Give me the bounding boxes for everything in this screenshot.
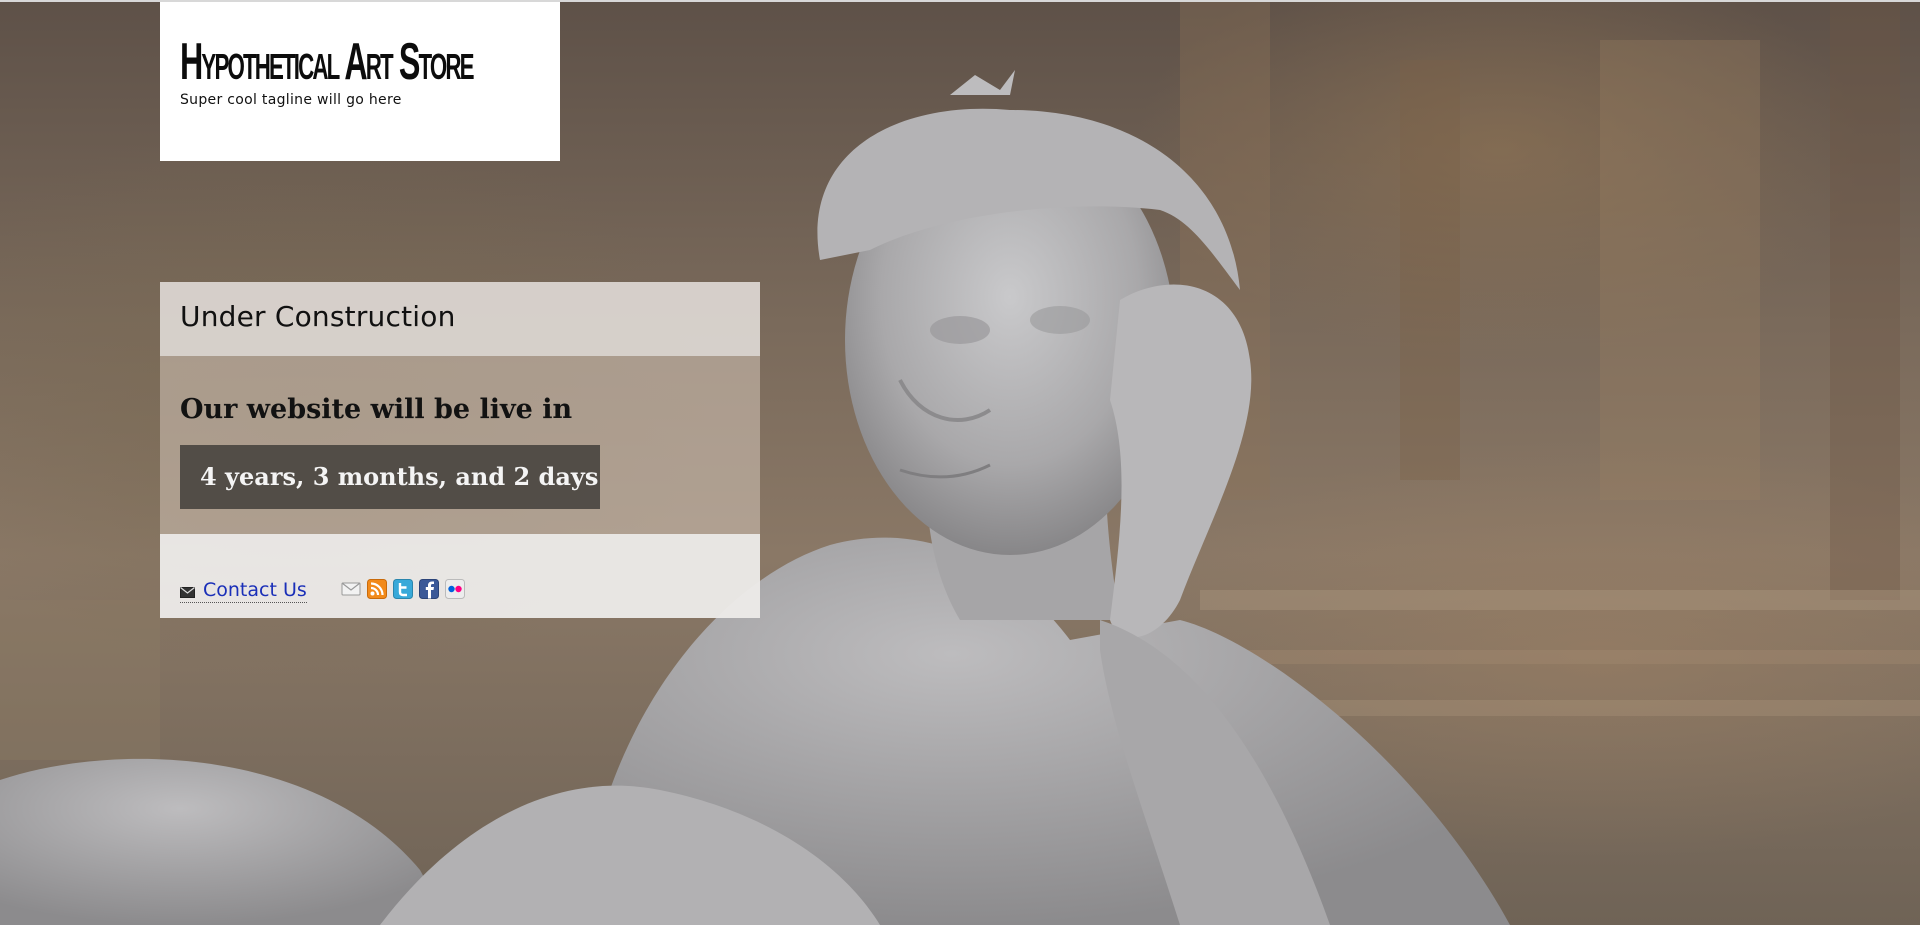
email-icon[interactable] bbox=[341, 579, 361, 599]
panel-heading: Under Construction bbox=[180, 300, 456, 333]
site-tagline: Super cool tagline will go here bbox=[180, 92, 402, 108]
panel-header: Under Construction bbox=[160, 282, 760, 356]
live-message: Our website will be live in bbox=[180, 394, 573, 425]
contact-us-label: Contact Us bbox=[203, 579, 307, 601]
social-icons bbox=[341, 579, 465, 599]
site-title[interactable]: Hypothetical Art Store bbox=[180, 32, 475, 92]
panel-body: Our website will be live in 4 years, 3 m… bbox=[160, 356, 760, 534]
facebook-icon[interactable] bbox=[418, 579, 439, 599]
logo-box: Hypothetical Art Store Super cool taglin… bbox=[160, 2, 560, 161]
flickr-icon[interactable] bbox=[444, 579, 465, 599]
countdown-timer: 4 years, 3 months, and 2 days bbox=[180, 445, 600, 509]
mail-icon bbox=[180, 586, 195, 598]
construction-panel: Under Construction Our website will be l… bbox=[160, 282, 760, 618]
panel-footer: Contact Us bbox=[160, 534, 760, 618]
rss-icon[interactable] bbox=[366, 579, 387, 599]
twitter-icon[interactable] bbox=[392, 579, 413, 599]
contact-us-link[interactable]: Contact Us bbox=[180, 579, 307, 603]
